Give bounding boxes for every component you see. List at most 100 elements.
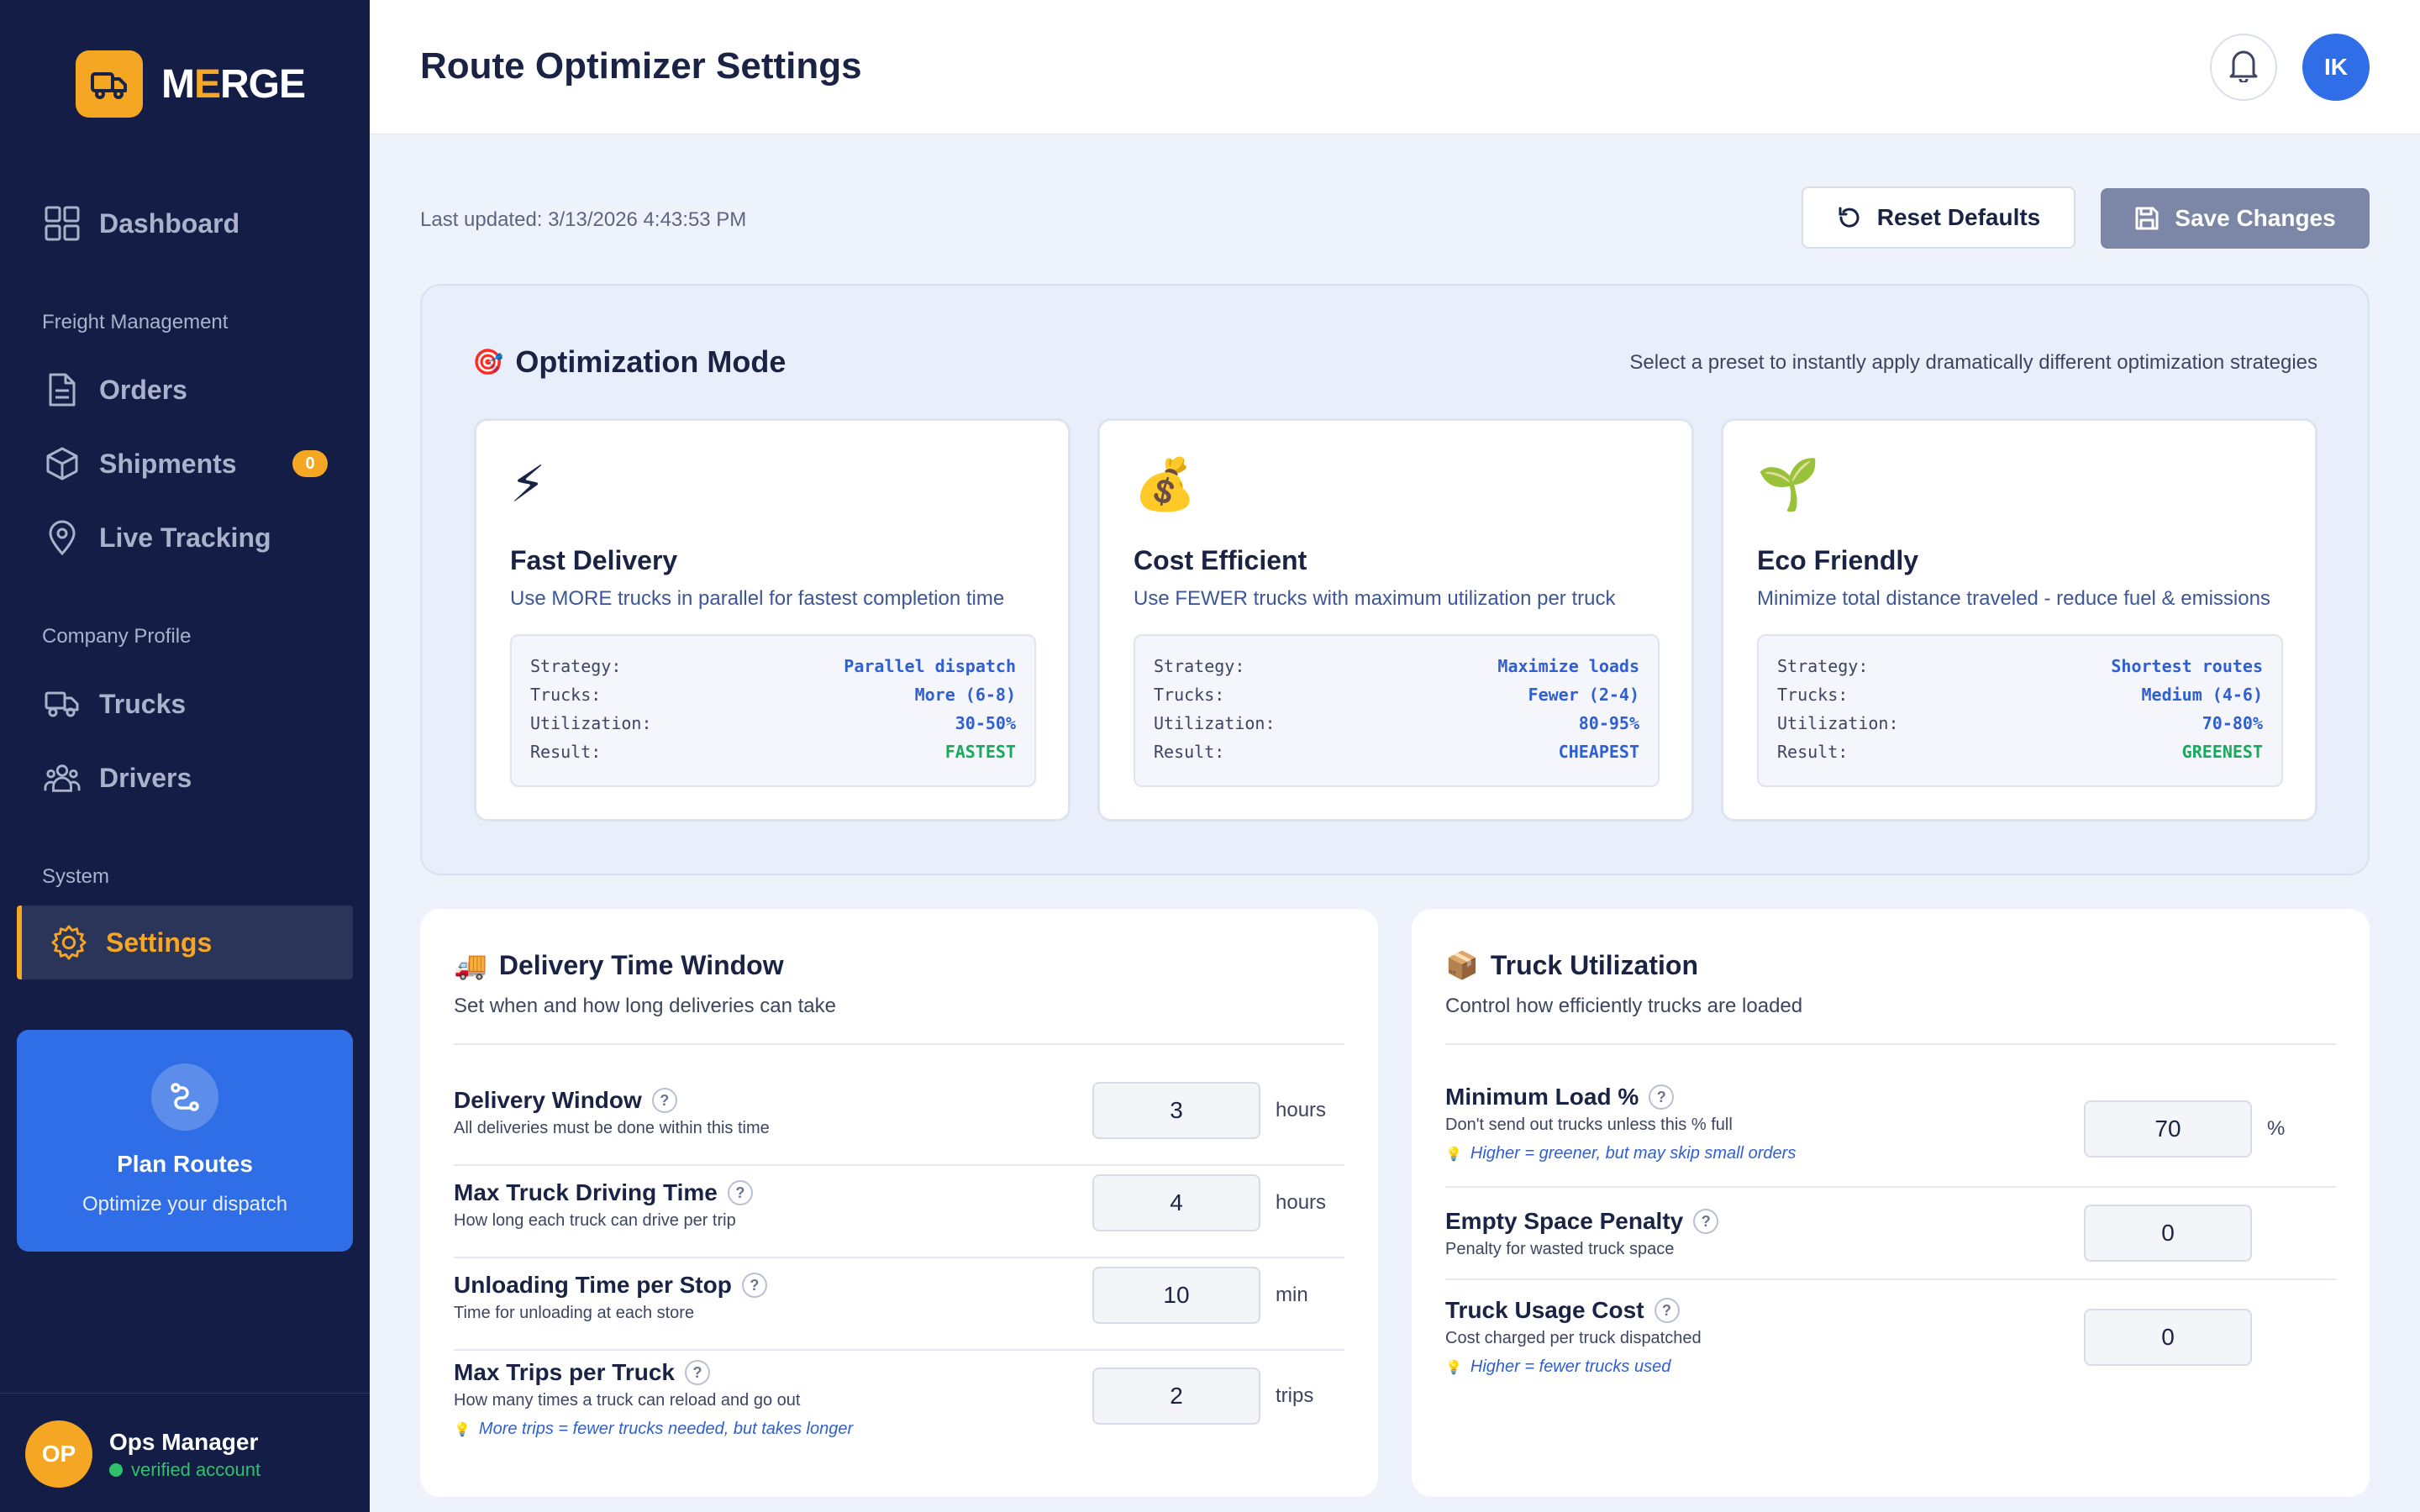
stat-value: Shortest routes	[2111, 656, 2263, 676]
field-description: Time for unloading at each store	[454, 1304, 695, 1322]
brand-logo[interactable]: MERGE	[76, 50, 306, 118]
card-subtitle: Control how efficiently trucks are loade…	[1445, 995, 1803, 1017]
help-icon[interactable]: ?	[1654, 1298, 1680, 1323]
help-icon[interactable]: ?	[685, 1360, 710, 1385]
max-trips-input[interactable]	[1092, 1368, 1260, 1425]
save-changes-button[interactable]: Save Changes	[2101, 188, 2370, 249]
top-header: Route Optimizer Settings IK	[370, 0, 2420, 134]
field-description: Don't send out trucks unless this % full	[1445, 1116, 1733, 1134]
mode-stats: Strategy: Shortest routes Trucks: Medium (…	[1757, 634, 2283, 787]
stat-value: More (6-8)	[914, 685, 1016, 705]
nav-label-trucks: Trucks	[99, 688, 187, 719]
stat-key: Utilization:	[1777, 713, 1899, 733]
lightbulb-icon: 💡	[1445, 1147, 1462, 1162]
mode-card-cost-efficient[interactable]: 💰 Cost Efficient Use FEWER trucks with m…	[1097, 418, 1694, 822]
help-icon[interactable]: ?	[1693, 1209, 1719, 1234]
nav-item-settings[interactable]: Settings	[17, 906, 353, 979]
nav-item-live-tracking[interactable]: Live Tracking	[17, 501, 353, 575]
nav-item-dashboard[interactable]: Dashboard	[17, 186, 353, 260]
empty-space-penalty-input[interactable]	[2084, 1205, 2252, 1262]
plan-routes-title: Plan Routes	[117, 1151, 253, 1177]
help-icon[interactable]: ?	[741, 1273, 767, 1298]
field-description: How long each truck can drive per trip	[454, 1211, 736, 1230]
nav-item-drivers[interactable]: Drivers	[17, 741, 353, 815]
mode-card-eco-friendly[interactable]: 🌱 Eco Friendly Minimize total distance t…	[1721, 418, 2317, 822]
plan-routes-card[interactable]: Plan Routes Optimize your dispatch	[17, 1030, 353, 1252]
field-unit: hours	[1276, 1099, 1327, 1121]
mode-card-fast-delivery[interactable]: ⚡ Fast Delivery Use MORE trucks in paral…	[474, 418, 1071, 822]
stat-row: Strategy: Parallel dispatch	[530, 656, 1016, 685]
field-label: Max Truck Driving Time?	[454, 1179, 753, 1206]
field-unloading-time: Unloading Time per Stop? Time for unload…	[454, 1258, 1344, 1351]
lightbulb-icon: 💡	[1445, 1360, 1462, 1375]
reset-defaults-button[interactable]: Reset Defaults	[1802, 186, 2075, 249]
stat-value: Maximize loads	[1497, 656, 1639, 676]
nav-section-freight: Freight Management	[42, 311, 229, 333]
delivery-window-input[interactable]	[1092, 1082, 1260, 1139]
stat-row: Result: FASTEST	[530, 742, 1016, 770]
stat-row: Strategy: Shortest routes	[1777, 656, 2263, 685]
divider	[1445, 1043, 2336, 1045]
user-name: Ops Manager	[109, 1429, 259, 1455]
help-icon[interactable]: ?	[1649, 1084, 1675, 1110]
seedling-icon: 🌱	[1757, 456, 1820, 512]
delivery-time-window-card: 🚚 Delivery Time Window Set when and how …	[420, 909, 1378, 1497]
money-bag-icon: 💰	[1134, 456, 1197, 512]
stat-key: Strategy:	[1777, 656, 1869, 676]
user-status: verified account	[109, 1459, 260, 1481]
field-description: Penalty for wasted truck space	[1445, 1240, 1675, 1258]
brand-name: MERGE	[161, 61, 306, 107]
nav-item-orders[interactable]: Orders	[17, 353, 353, 427]
target-icon: 🎯	[472, 348, 504, 376]
truck-icon	[44, 685, 81, 722]
max-driving-time-input[interactable]	[1092, 1174, 1260, 1231]
field-label: Minimum Load %?	[1445, 1084, 1675, 1110]
field-delivery-window: Delivery Window? All deliveries must be …	[454, 1074, 1344, 1166]
field-empty-space-penalty: Empty Space Penalty? Penalty for wasted …	[1445, 1188, 2336, 1280]
user-avatar: OP	[25, 1420, 92, 1488]
field-unit: min	[1276, 1284, 1308, 1306]
field-unit: trips	[1276, 1384, 1314, 1407]
user-status-text: verified account	[131, 1459, 261, 1480]
truck-logo-icon	[76, 50, 143, 118]
last-updated-text: Last updated: 3/13/2026 4:43:53 PM	[420, 208, 747, 231]
stat-key: Trucks:	[530, 685, 602, 705]
stat-key: Strategy:	[1154, 656, 1245, 676]
help-icon[interactable]: ?	[727, 1180, 753, 1205]
stat-key: Result:	[530, 742, 602, 762]
mode-description: Use MORE trucks in parallel for fastest …	[510, 587, 1005, 610]
truck-emoji-icon: 🚚	[454, 950, 487, 980]
field-description: How many times a truck can reload and go…	[454, 1391, 801, 1410]
minimum-load-input[interactable]	[2084, 1100, 2252, 1158]
card-title: Truck Utilization	[1490, 949, 1698, 980]
card-title: Delivery Time Window	[498, 949, 784, 980]
stat-row: Utilization: 80-95%	[1154, 713, 1639, 742]
field-description: Cost charged per truck dispatched	[1445, 1329, 1702, 1347]
stat-row: Utilization: 30-50%	[530, 713, 1016, 742]
notifications-button[interactable]	[2210, 34, 2277, 101]
stat-row: Result: GREENEST	[1777, 742, 2263, 770]
stat-row: Strategy: Maximize loads	[1154, 656, 1639, 685]
help-icon[interactable]: ?	[651, 1088, 677, 1113]
unloading-time-input[interactable]	[1092, 1267, 1260, 1324]
field-label: Truck Usage Cost?	[1445, 1297, 1680, 1324]
stat-value: Fewer (2-4)	[1528, 685, 1639, 705]
mode-title: Fast Delivery	[510, 545, 678, 575]
user-profile[interactable]: OP Ops Manager verified account	[0, 1393, 370, 1512]
field-max-truck-driving-time: Max Truck Driving Time? How long each tr…	[454, 1166, 1344, 1258]
optimization-mode-heading: 🎯 Optimization Mode	[472, 344, 786, 380]
account-avatar[interactable]: IK	[2302, 34, 2370, 101]
nav-label-settings: Settings	[106, 927, 213, 958]
nav-item-shipments[interactable]: Shipments 0	[17, 427, 353, 501]
mode-title: Eco Friendly	[1757, 545, 1919, 575]
field-label: Unloading Time per Stop?	[454, 1272, 767, 1299]
users-icon	[44, 759, 81, 796]
truck-usage-cost-input[interactable]	[2084, 1309, 2252, 1366]
nav-section-company: Company Profile	[42, 625, 192, 648]
shipments-count-badge: 0	[292, 450, 328, 477]
card-heading: 📦 Truck Utilization	[1445, 949, 1698, 981]
field-label: Empty Space Penalty?	[1445, 1208, 1719, 1235]
card-subtitle: Set when and how long deliveries can tak…	[454, 995, 836, 1017]
nav-label-live-tracking: Live Tracking	[99, 522, 271, 553]
nav-item-trucks[interactable]: Trucks	[17, 667, 353, 741]
